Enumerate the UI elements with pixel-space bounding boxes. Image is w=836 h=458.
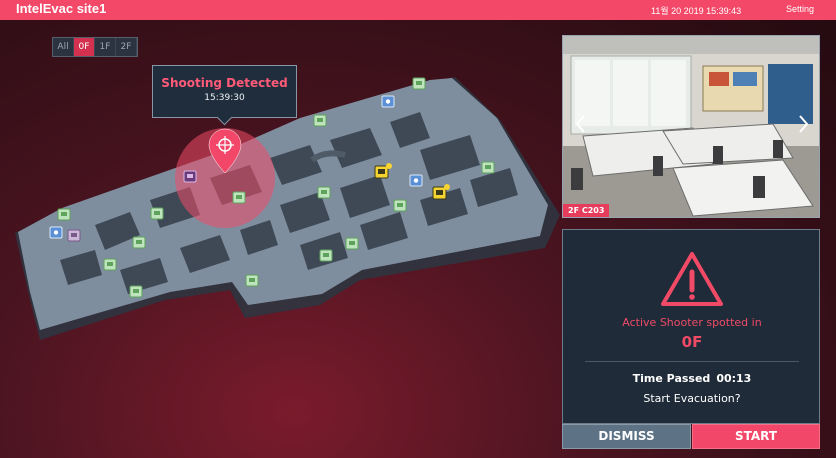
camera-location-label: 2F C203 [563,204,610,217]
time-passed-row: Time Passed 00:13 [563,372,821,385]
chevron-left-icon[interactable] [569,110,593,138]
dismiss-button[interactable]: DISMISS [562,424,691,449]
divider [585,361,799,362]
green-monitor-icon[interactable] [313,114,327,127]
purple-sensor-icon[interactable] [183,170,197,183]
warning-triangle-icon [661,252,723,306]
camera-feed-panel[interactable]: 2F C203 [562,35,820,218]
green-monitor-icon[interactable] [317,186,331,199]
green-monitor-icon[interactable] [232,191,246,204]
green-monitor-icon[interactable] [150,207,164,220]
app-title: IntelEvac site1 [16,1,107,16]
tooltip-title: Shooting Detected [161,76,288,90]
green-monitor-icon[interactable] [345,237,359,250]
purple-sensor-icon[interactable] [67,229,81,242]
blue-camera-icon[interactable] [381,95,395,108]
green-monitor-icon[interactable] [129,285,143,298]
time-passed-label: Time Passed [632,372,711,385]
green-monitor-icon[interactable] [57,208,71,221]
start-button[interactable]: START [692,424,820,449]
green-monitor-icon[interactable] [481,161,495,174]
time-passed-value: 00:13 [716,372,752,385]
top-bar: IntelEvac site1 11월 20 2019 15:39:43 Set… [0,0,836,20]
green-monitor-icon[interactable] [245,274,259,287]
datetime-display: 11월 20 2019 15:39:43 [651,6,742,16]
green-monitor-icon[interactable] [319,249,333,262]
green-monitor-icon[interactable] [132,236,146,249]
alert-floor: 0F [681,333,703,351]
green-monitor-icon[interactable] [393,199,407,212]
shooting-alert-tooltip: Shooting Detected 15:39:30 [152,65,297,118]
camera-feed-image [563,36,819,217]
blue-camera-icon[interactable] [409,174,423,187]
green-monitor-icon[interactable] [103,258,117,271]
alert-message: Active Shooter spotted in [622,316,762,329]
green-monitor-icon[interactable] [412,77,426,90]
tooltip-time: 15:39:30 [204,93,245,103]
chevron-right-icon[interactable] [791,110,815,138]
blue-camera-icon[interactable] [49,226,63,239]
evacuation-question: Start Evacuation? [643,392,741,405]
setting-link[interactable]: Setting [786,4,814,14]
evacuation-alert-panel: Active Shooter spotted in 0F Time Passed… [562,229,820,424]
